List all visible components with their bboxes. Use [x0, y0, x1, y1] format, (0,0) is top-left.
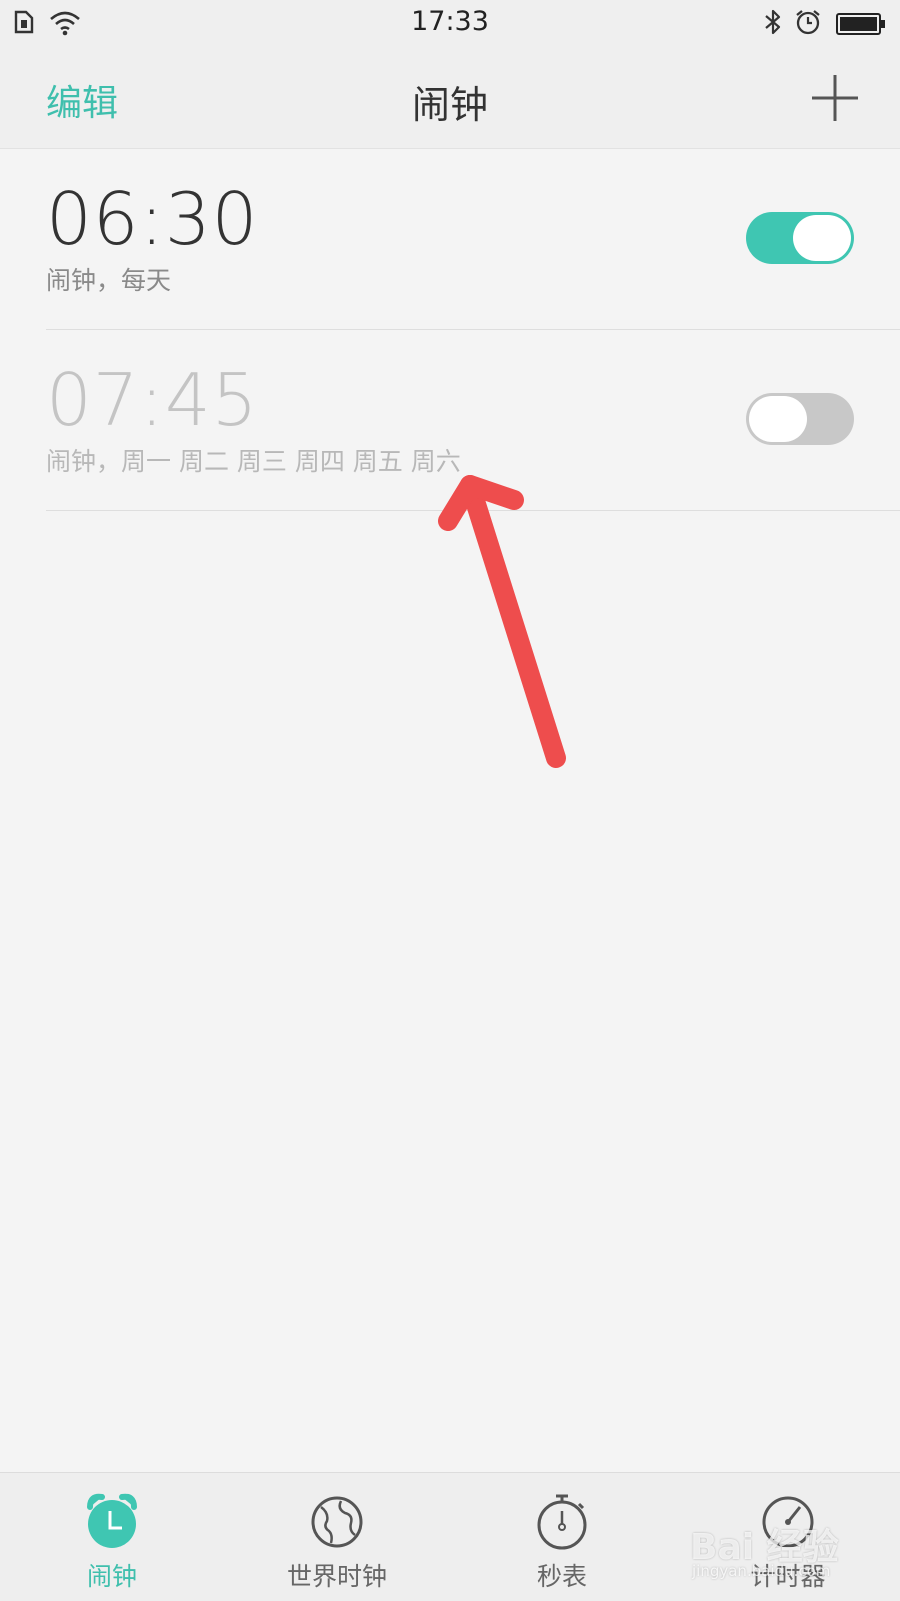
tab-alarm[interactable]: 闹钟 — [12, 1473, 212, 1601]
add-alarm-button[interactable] — [810, 73, 860, 123]
tab-label: 世界时钟 — [286, 1562, 387, 1591]
tab-stopwatch[interactable]: 秒表 — [462, 1473, 662, 1601]
tab-label: 闹钟 — [86, 1562, 137, 1591]
plus-icon — [812, 75, 858, 121]
alarm-time: 06:30 — [46, 177, 259, 261]
annotation-arrow-icon — [438, 475, 566, 768]
tab-label: 秒表 — [536, 1562, 587, 1591]
status-bar: 17:33 — [0, 0, 900, 48]
app-header: 编辑 闹钟 — [0, 48, 900, 149]
alarm-description: 闹钟，周一 周二 周三 周四 周五 周六 — [46, 447, 461, 476]
alarm-description: 闹钟，每天 — [46, 266, 172, 295]
stopwatch-icon — [537, 1494, 587, 1550]
alarm-item[interactable]: 06:30 闹钟，每天 — [46, 149, 900, 330]
tab-world-clock[interactable]: 世界时钟 — [237, 1473, 437, 1601]
watermark-url: jingyan.baidu.com — [692, 1562, 831, 1580]
bluetooth-icon — [765, 9, 781, 35]
alarm-clock-icon — [796, 10, 820, 35]
toggle-knob — [749, 396, 807, 442]
alarm-time: 07:45 — [46, 358, 259, 442]
globe-icon — [311, 1496, 363, 1548]
page-title: 闹钟 — [411, 83, 488, 127]
battery-icon — [836, 13, 885, 35]
toggle-knob — [793, 215, 851, 261]
alarm-clock-icon — [87, 1493, 137, 1548]
alarm-toggle[interactable] — [746, 212, 854, 264]
alarm-toggle[interactable] — [746, 393, 854, 445]
